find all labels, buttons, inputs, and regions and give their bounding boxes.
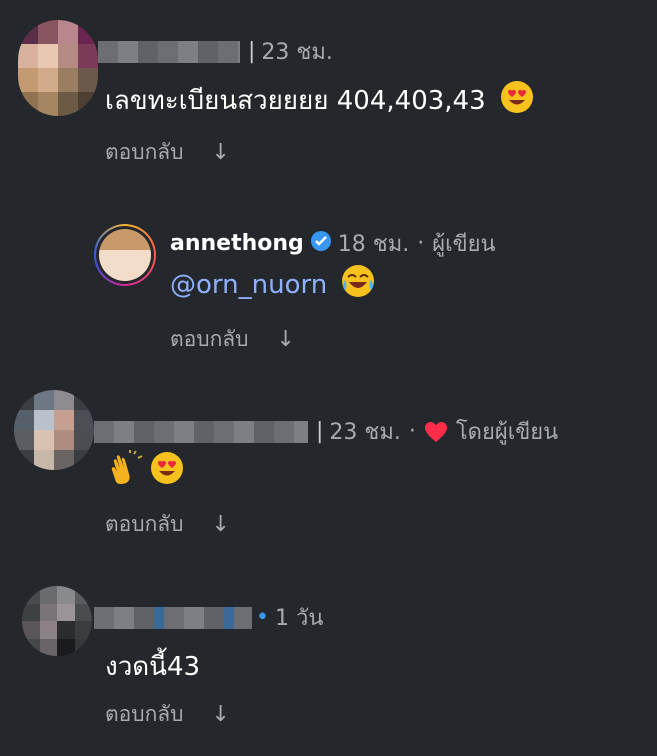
blurred-username[interactable] [94,420,308,443]
separator-dot: · [417,231,425,256]
comment-text-row: @orn_nuorn [170,264,375,305]
blurred-avatar[interactable] [18,20,98,116]
blurred-username[interactable] [98,40,240,63]
comment-header: annethong 18 ชม. · ผู้เขียน [170,226,496,261]
comment-text-row: งวดนี้43 [105,646,200,687]
reply-row: ตอบกลับ ↓ [170,323,295,356]
liked-by-author-label: โดยผู้เขียน [455,420,559,445]
comment-header: | 23 ชม. [98,34,333,69]
reply-row: ตอบกลับ ↓ [105,136,230,169]
comment-text: เลขทะเบียนสวยยยย 404,403,43 [105,86,486,116]
reply-button[interactable]: ตอบกลับ [105,698,184,731]
heart-icon [424,421,448,443]
comment-text-row [108,450,184,493]
comment-text-row: เลขทะเบียนสวยยยย 404,403,43 [105,80,534,121]
reply-button[interactable]: ตอบกลับ [105,508,184,541]
comment-text: งวดนี้43 [105,652,201,682]
comment-time: 23 ชม. [329,420,401,445]
comment-time: 23 ชม. [261,40,333,65]
author-label: ผู้เขียน [432,232,496,257]
separator-dot: · [408,419,416,444]
heart-eyes-emoji-icon [500,80,534,121]
reply-button[interactable]: ตอบกลับ [105,136,184,169]
down-arrow-icon[interactable]: ↓ [277,327,295,352]
comment-header: | 23 ชม. · โดยผู้เขียน [94,414,558,449]
heart-eyes-emoji-icon [150,451,184,492]
blurred-username[interactable] [94,606,252,629]
author-username[interactable]: annethong [170,231,304,256]
blurred-avatar[interactable] [22,586,92,656]
author-avatar[interactable] [94,224,156,286]
verified-badge-icon [310,230,332,258]
comment-time: 18 ชม. [337,232,410,257]
down-arrow-icon[interactable]: ↓ [212,140,230,165]
comment-header: • 1 วัน [94,600,323,635]
comment-2: annethong 18 ชม. · ผู้เขียน @orn_nuorn ต… [0,180,657,370]
reply-button[interactable]: ตอบกลับ [170,323,249,356]
clapping-hands-emoji-icon [108,450,144,493]
comment-time: 1 วัน [274,606,324,631]
blurred-avatar[interactable] [14,390,94,470]
laughing-tears-emoji-icon [341,264,375,305]
comment-3: | 23 ชม. · โดยผู้เขียน ตอบกลับ ↓ [0,380,657,560]
down-arrow-icon[interactable]: ↓ [212,702,230,727]
down-arrow-icon[interactable]: ↓ [212,512,230,537]
comment-4: • 1 วัน งวดนี้43 ตอบกลับ ↓ [0,570,657,756]
mention-link[interactable]: @orn_nuorn [170,270,327,300]
reply-row: ตอบกลับ ↓ [105,508,230,541]
comment-1: | 23 ชม. เลขทะเบียนสวยยยย 404,403,43 ตอบ… [0,0,657,180]
reply-row: ตอบกลับ ↓ [105,698,230,731]
